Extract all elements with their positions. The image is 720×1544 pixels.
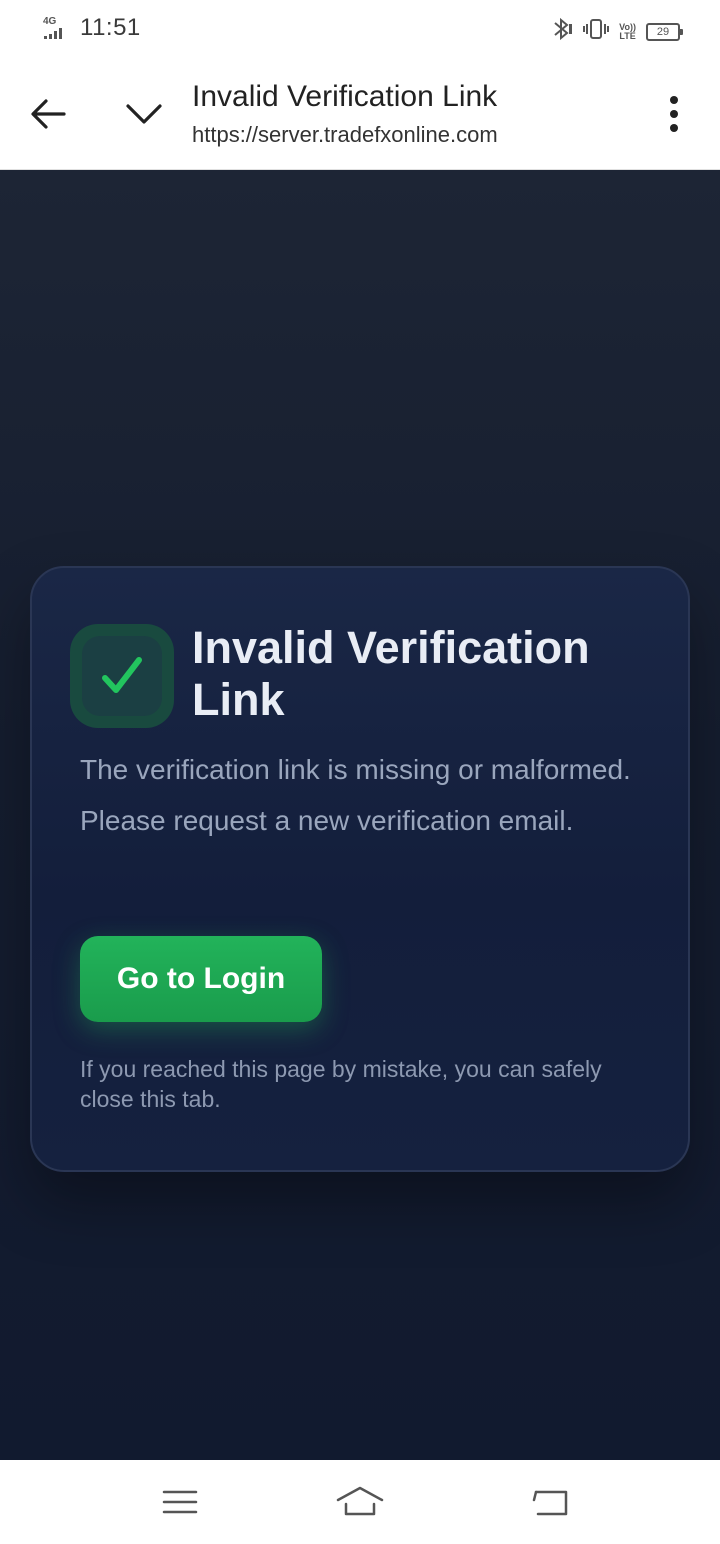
more-vertical-icon[interactable] xyxy=(656,92,692,136)
browser-page-title[interactable]: Invalid Verification Link xyxy=(192,80,497,114)
signal-icon: 4G xyxy=(40,15,76,41)
browser-url[interactable]: https://server.tradefxonline.com xyxy=(192,122,498,148)
card-title: Invalid Verification Link xyxy=(192,622,590,725)
bluetooth-icon xyxy=(551,16,573,47)
volte-label-bottom: LTE xyxy=(619,30,636,41)
battery-level: 29 xyxy=(656,25,670,38)
status-left: 4G 11:51 xyxy=(40,14,141,42)
volte-icon: Vo)) LTE xyxy=(619,22,636,41)
vibrate-icon xyxy=(583,16,610,47)
navigation-bar xyxy=(0,1460,720,1544)
home-icon[interactable] xyxy=(336,1480,384,1524)
check-icon xyxy=(82,636,162,716)
verification-card: Invalid Verification Link The verificati… xyxy=(30,566,690,1172)
browser-toolbar: Invalid Verification Link https://server… xyxy=(0,58,720,170)
network-type: 4G xyxy=(43,16,57,27)
card-note: If you reached this page by mistake, you… xyxy=(80,1056,602,1112)
go-to-login-button[interactable]: Go to Login xyxy=(80,936,322,1022)
back-icon[interactable] xyxy=(528,1480,572,1524)
battery-icon: 29 xyxy=(646,22,683,41)
status-bar: 4G 11:51 Vo)) LTE 29 xyxy=(0,0,720,58)
menu-icon[interactable] xyxy=(158,1480,202,1524)
card-description: The verification link is missing or malf… xyxy=(80,754,631,836)
back-arrow-icon[interactable] xyxy=(26,92,70,136)
status-time: 11:51 xyxy=(80,14,141,41)
web-content: Invalid Verification Link The verificati… xyxy=(0,170,720,1460)
status-right: Vo)) LTE 29 xyxy=(551,16,683,47)
status-badge xyxy=(70,624,174,728)
chevron-down-icon[interactable] xyxy=(122,92,166,136)
screen: 4G 11:51 Vo)) LTE 29 Invalid Verificatio… xyxy=(0,0,720,1544)
